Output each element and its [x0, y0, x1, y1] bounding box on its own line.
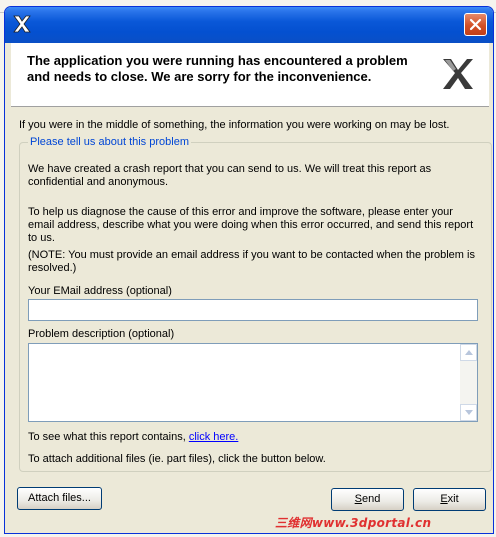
site-watermark: 三维网www.3dportal.cn [275, 516, 432, 530]
view-report-link[interactable]: click here. [189, 431, 239, 443]
crash-report-dialog: The application you were running has enc… [4, 6, 494, 534]
attach-instructions: To attach additional files (ie. part fil… [28, 453, 326, 465]
problem-details-group: Please tell us about this problem We hav… [19, 136, 492, 472]
description-label: Problem description (optional) [28, 328, 175, 340]
scroll-down-arrow-icon [465, 410, 473, 415]
scroll-up-arrow-icon [465, 350, 473, 355]
description-textarea[interactable] [28, 343, 478, 422]
close-icon [469, 18, 482, 31]
exit-accelerator: E [440, 493, 448, 505]
title-bar[interactable] [5, 7, 493, 43]
report-contents-prefix: To see what this report contains, [28, 431, 186, 443]
header-message: The application you were running has enc… [27, 53, 408, 84]
intro-text: We have created a crash report that you … [28, 163, 432, 188]
report-contents-line: To see what this report contains, click … [28, 431, 238, 443]
description-scrollbar[interactable] [460, 344, 477, 421]
email-label: Your EMail address (optional) [28, 285, 172, 297]
send-button[interactable]: Send [331, 488, 404, 511]
note-text: (NOTE: You must provide an email address… [28, 249, 475, 274]
app-logo-icon [443, 59, 473, 89]
send-accelerator: S [354, 493, 362, 505]
help-text: To help us diagnose the cause of this er… [28, 206, 474, 244]
exit-label-rest: xit [447, 493, 459, 505]
header-panel: The application you were running has enc… [11, 43, 489, 107]
attach-files-button[interactable]: Attach files... [17, 487, 102, 510]
app-logo-icon [13, 15, 31, 33]
send-label-rest: end [361, 493, 381, 505]
exit-button[interactable]: Exit [413, 488, 486, 511]
group-label: Please tell us about this problem [28, 136, 191, 148]
scroll-down-button[interactable] [460, 404, 477, 421]
data-loss-notice: If you were in the middle of something, … [19, 119, 450, 131]
close-button[interactable] [464, 13, 487, 36]
scroll-up-button[interactable] [460, 344, 477, 361]
email-field[interactable] [28, 299, 478, 321]
